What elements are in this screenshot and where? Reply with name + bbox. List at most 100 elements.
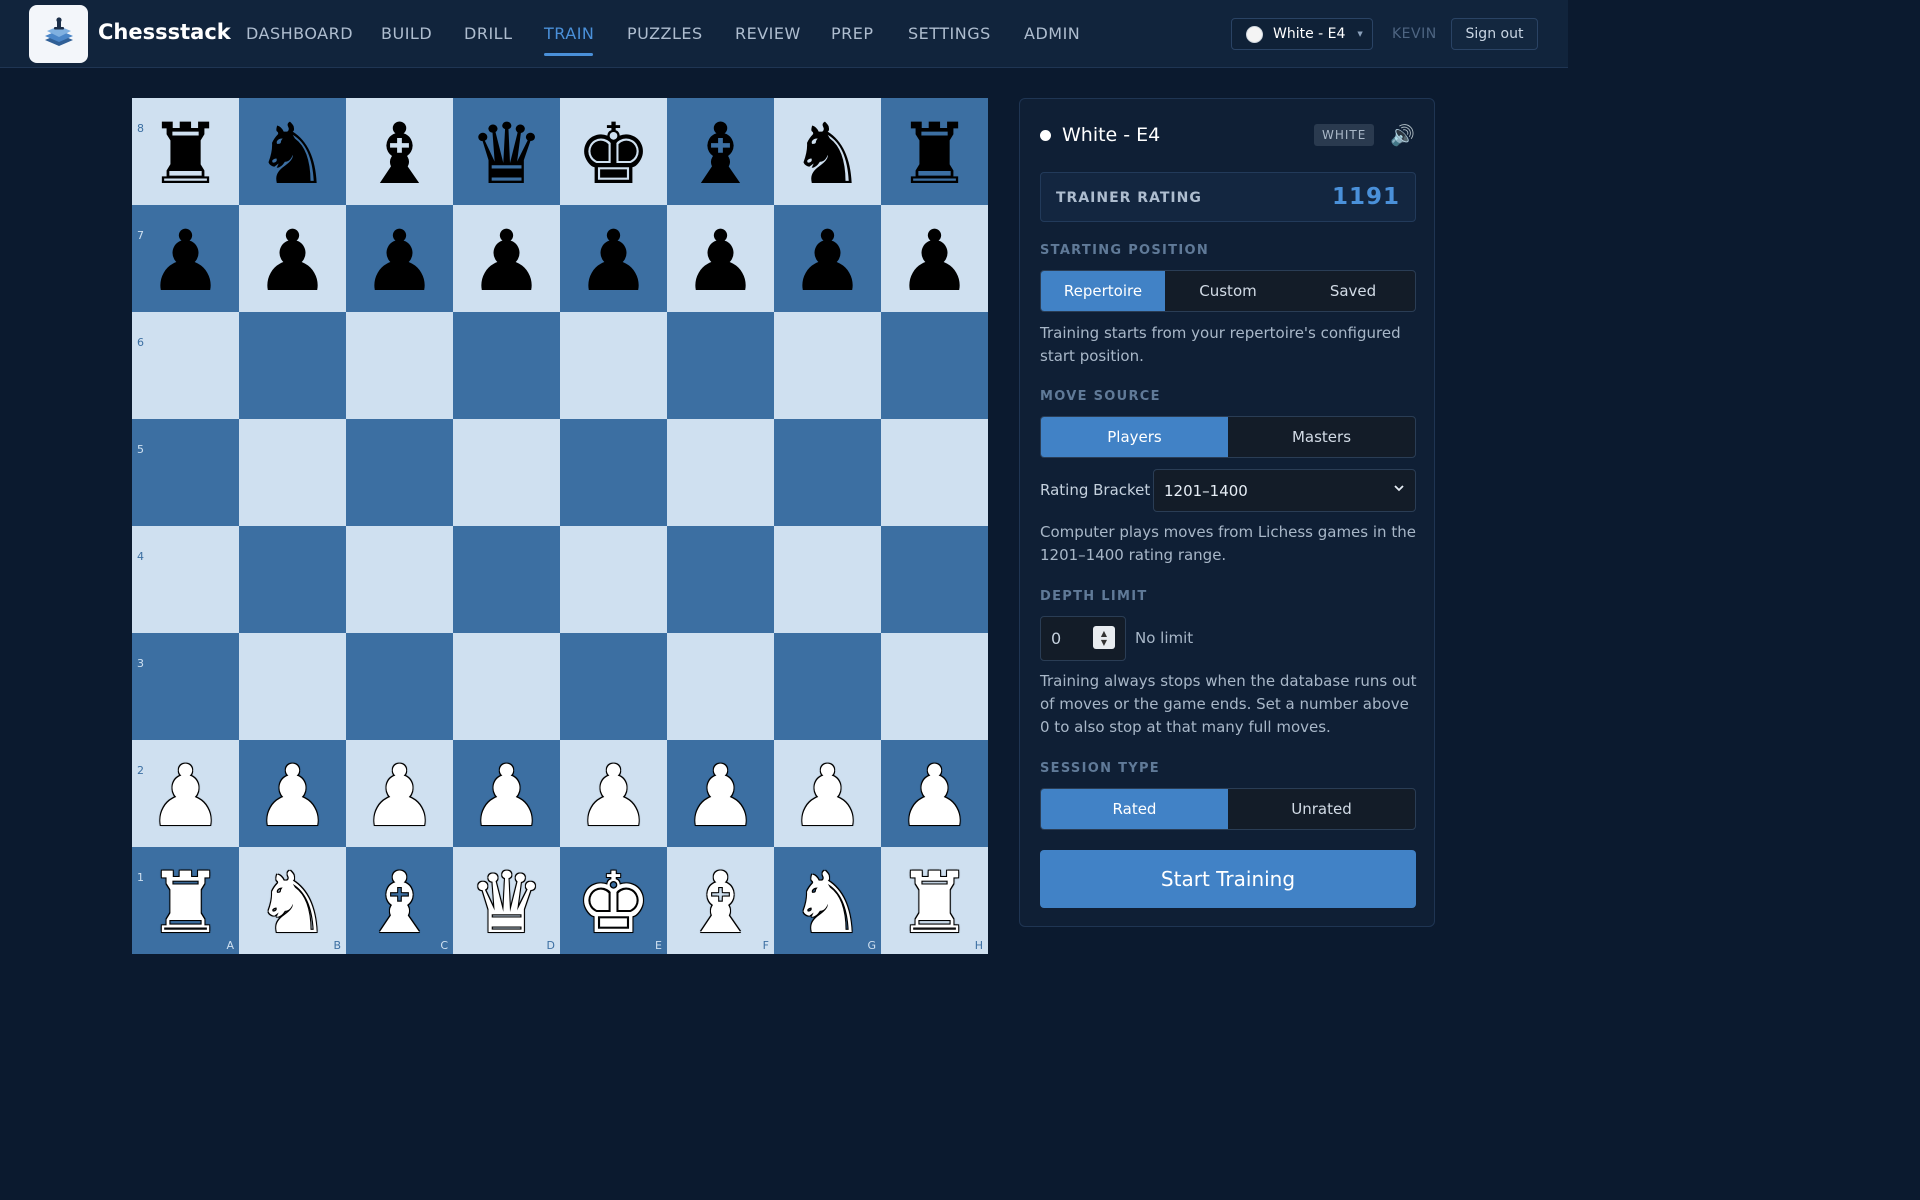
square-c7[interactable]: ♟ [346,205,453,312]
nav-prep[interactable]: PREP [831,24,874,43]
square-g6[interactable] [774,312,881,419]
square-h1[interactable]: ♜ H [881,847,988,954]
white-pawn-icon[interactable]: ♟ [897,754,972,838]
square-f5[interactable] [667,419,774,526]
square-b6[interactable] [239,312,346,419]
square-f4[interactable] [667,526,774,633]
square-e2[interactable]: ♟ [560,740,667,847]
square-a8[interactable]: ♜ 8 [132,98,239,205]
square-e4[interactable] [560,526,667,633]
white-pawn-icon[interactable]: ♟ [576,754,651,838]
black-knight-icon[interactable]: ♞ [790,112,865,196]
white-pawn-icon[interactable]: ♟ [469,754,544,838]
square-b4[interactable] [239,526,346,633]
square-f6[interactable] [667,312,774,419]
nav-dashboard[interactable]: DASHBOARD [246,24,353,43]
repertoire-select[interactable]: White - E4 ▼ [1231,18,1373,50]
square-c6[interactable] [346,312,453,419]
square-b1[interactable]: ♞ B [239,847,346,954]
square-g3[interactable] [774,633,881,740]
white-pawn-icon[interactable]: ♟ [683,754,758,838]
rating-bracket-select[interactable]: 1201–1400 [1153,469,1416,512]
black-pawn-icon[interactable]: ♟ [790,219,865,303]
nav-puzzles[interactable]: PUZZLES [627,24,703,43]
square-g7[interactable]: ♟ [774,205,881,312]
black-queen-icon[interactable]: ♛ [469,112,544,196]
black-rook-icon[interactable]: ♜ [148,112,223,196]
square-e3[interactable] [560,633,667,740]
square-h2[interactable]: ♟ [881,740,988,847]
start-training-button[interactable]: Start Training [1040,850,1416,908]
black-knight-icon[interactable]: ♞ [255,112,330,196]
nav-review[interactable]: REVIEW [735,24,801,43]
black-pawn-icon[interactable]: ♟ [148,219,223,303]
square-f3[interactable] [667,633,774,740]
square-d7[interactable]: ♟ [453,205,560,312]
square-a4[interactable]: 4 [132,526,239,633]
square-d3[interactable] [453,633,560,740]
black-pawn-icon[interactable]: ♟ [255,219,330,303]
square-b2[interactable]: ♟ [239,740,346,847]
nav-train[interactable]: TRAIN [544,24,594,43]
nav-settings[interactable]: SETTINGS [908,24,991,43]
square-d4[interactable] [453,526,560,633]
start-saved-button[interactable]: Saved [1291,271,1415,311]
depth-stepper[interactable]: ▲ ▼ [1093,626,1115,649]
black-king-icon[interactable]: ♚ [576,112,651,196]
square-e7[interactable]: ♟ [560,205,667,312]
square-c4[interactable] [346,526,453,633]
nav-admin[interactable]: ADMIN [1024,24,1080,43]
stepper-down-icon[interactable]: ▼ [1101,638,1107,647]
square-g4[interactable] [774,526,881,633]
logo-icon[interactable] [29,5,88,63]
white-queen-icon[interactable]: ♛ [469,861,544,945]
square-c1[interactable]: ♝ C [346,847,453,954]
square-a3[interactable]: 3 [132,633,239,740]
nav-build[interactable]: BUILD [381,24,432,43]
square-f1[interactable]: ♝ F [667,847,774,954]
white-bishop-icon[interactable]: ♝ [362,861,437,945]
white-knight-icon[interactable]: ♞ [255,861,330,945]
square-d6[interactable] [453,312,560,419]
session-unrated-button[interactable]: Unrated [1228,789,1415,829]
square-a6[interactable]: 6 [132,312,239,419]
square-e1[interactable]: ♚ E [560,847,667,954]
black-rook-icon[interactable]: ♜ [897,112,972,196]
square-d2[interactable]: ♟ [453,740,560,847]
square-d8[interactable]: ♛ [453,98,560,205]
nav-drill[interactable]: DRILL [464,24,512,43]
square-b3[interactable] [239,633,346,740]
square-d1[interactable]: ♛ D [453,847,560,954]
white-rook-icon[interactable]: ♜ [897,861,972,945]
square-h4[interactable] [881,526,988,633]
square-f8[interactable]: ♝ [667,98,774,205]
white-pawn-icon[interactable]: ♟ [255,754,330,838]
square-a1[interactable]: ♜ 1 A [132,847,239,954]
square-b7[interactable]: ♟ [239,205,346,312]
square-h5[interactable] [881,419,988,526]
square-h8[interactable]: ♜ [881,98,988,205]
white-bishop-icon[interactable]: ♝ [683,861,758,945]
source-masters-button[interactable]: Masters [1228,417,1415,457]
square-a2[interactable]: ♟ 2 [132,740,239,847]
black-pawn-icon[interactable]: ♟ [362,219,437,303]
start-repertoire-button[interactable]: Repertoire [1041,271,1165,311]
square-g5[interactable] [774,419,881,526]
white-pawn-icon[interactable]: ♟ [148,754,223,838]
start-custom-button[interactable]: Custom [1165,271,1291,311]
white-rook-icon[interactable]: ♜ [148,861,223,945]
square-b5[interactable] [239,419,346,526]
stepper-up-icon[interactable]: ▲ [1101,629,1107,638]
black-bishop-icon[interactable]: ♝ [362,112,437,196]
session-rated-button[interactable]: Rated [1041,789,1228,829]
square-g1[interactable]: ♞ G [774,847,881,954]
white-pawn-icon[interactable]: ♟ [790,754,865,838]
white-knight-icon[interactable]: ♞ [790,861,865,945]
black-pawn-icon[interactable]: ♟ [469,219,544,303]
square-c3[interactable] [346,633,453,740]
square-e6[interactable] [560,312,667,419]
square-f7[interactable]: ♟ [667,205,774,312]
speaker-icon[interactable]: 🔊 [1390,123,1415,147]
square-h6[interactable] [881,312,988,419]
square-a7[interactable]: ♟ 7 [132,205,239,312]
